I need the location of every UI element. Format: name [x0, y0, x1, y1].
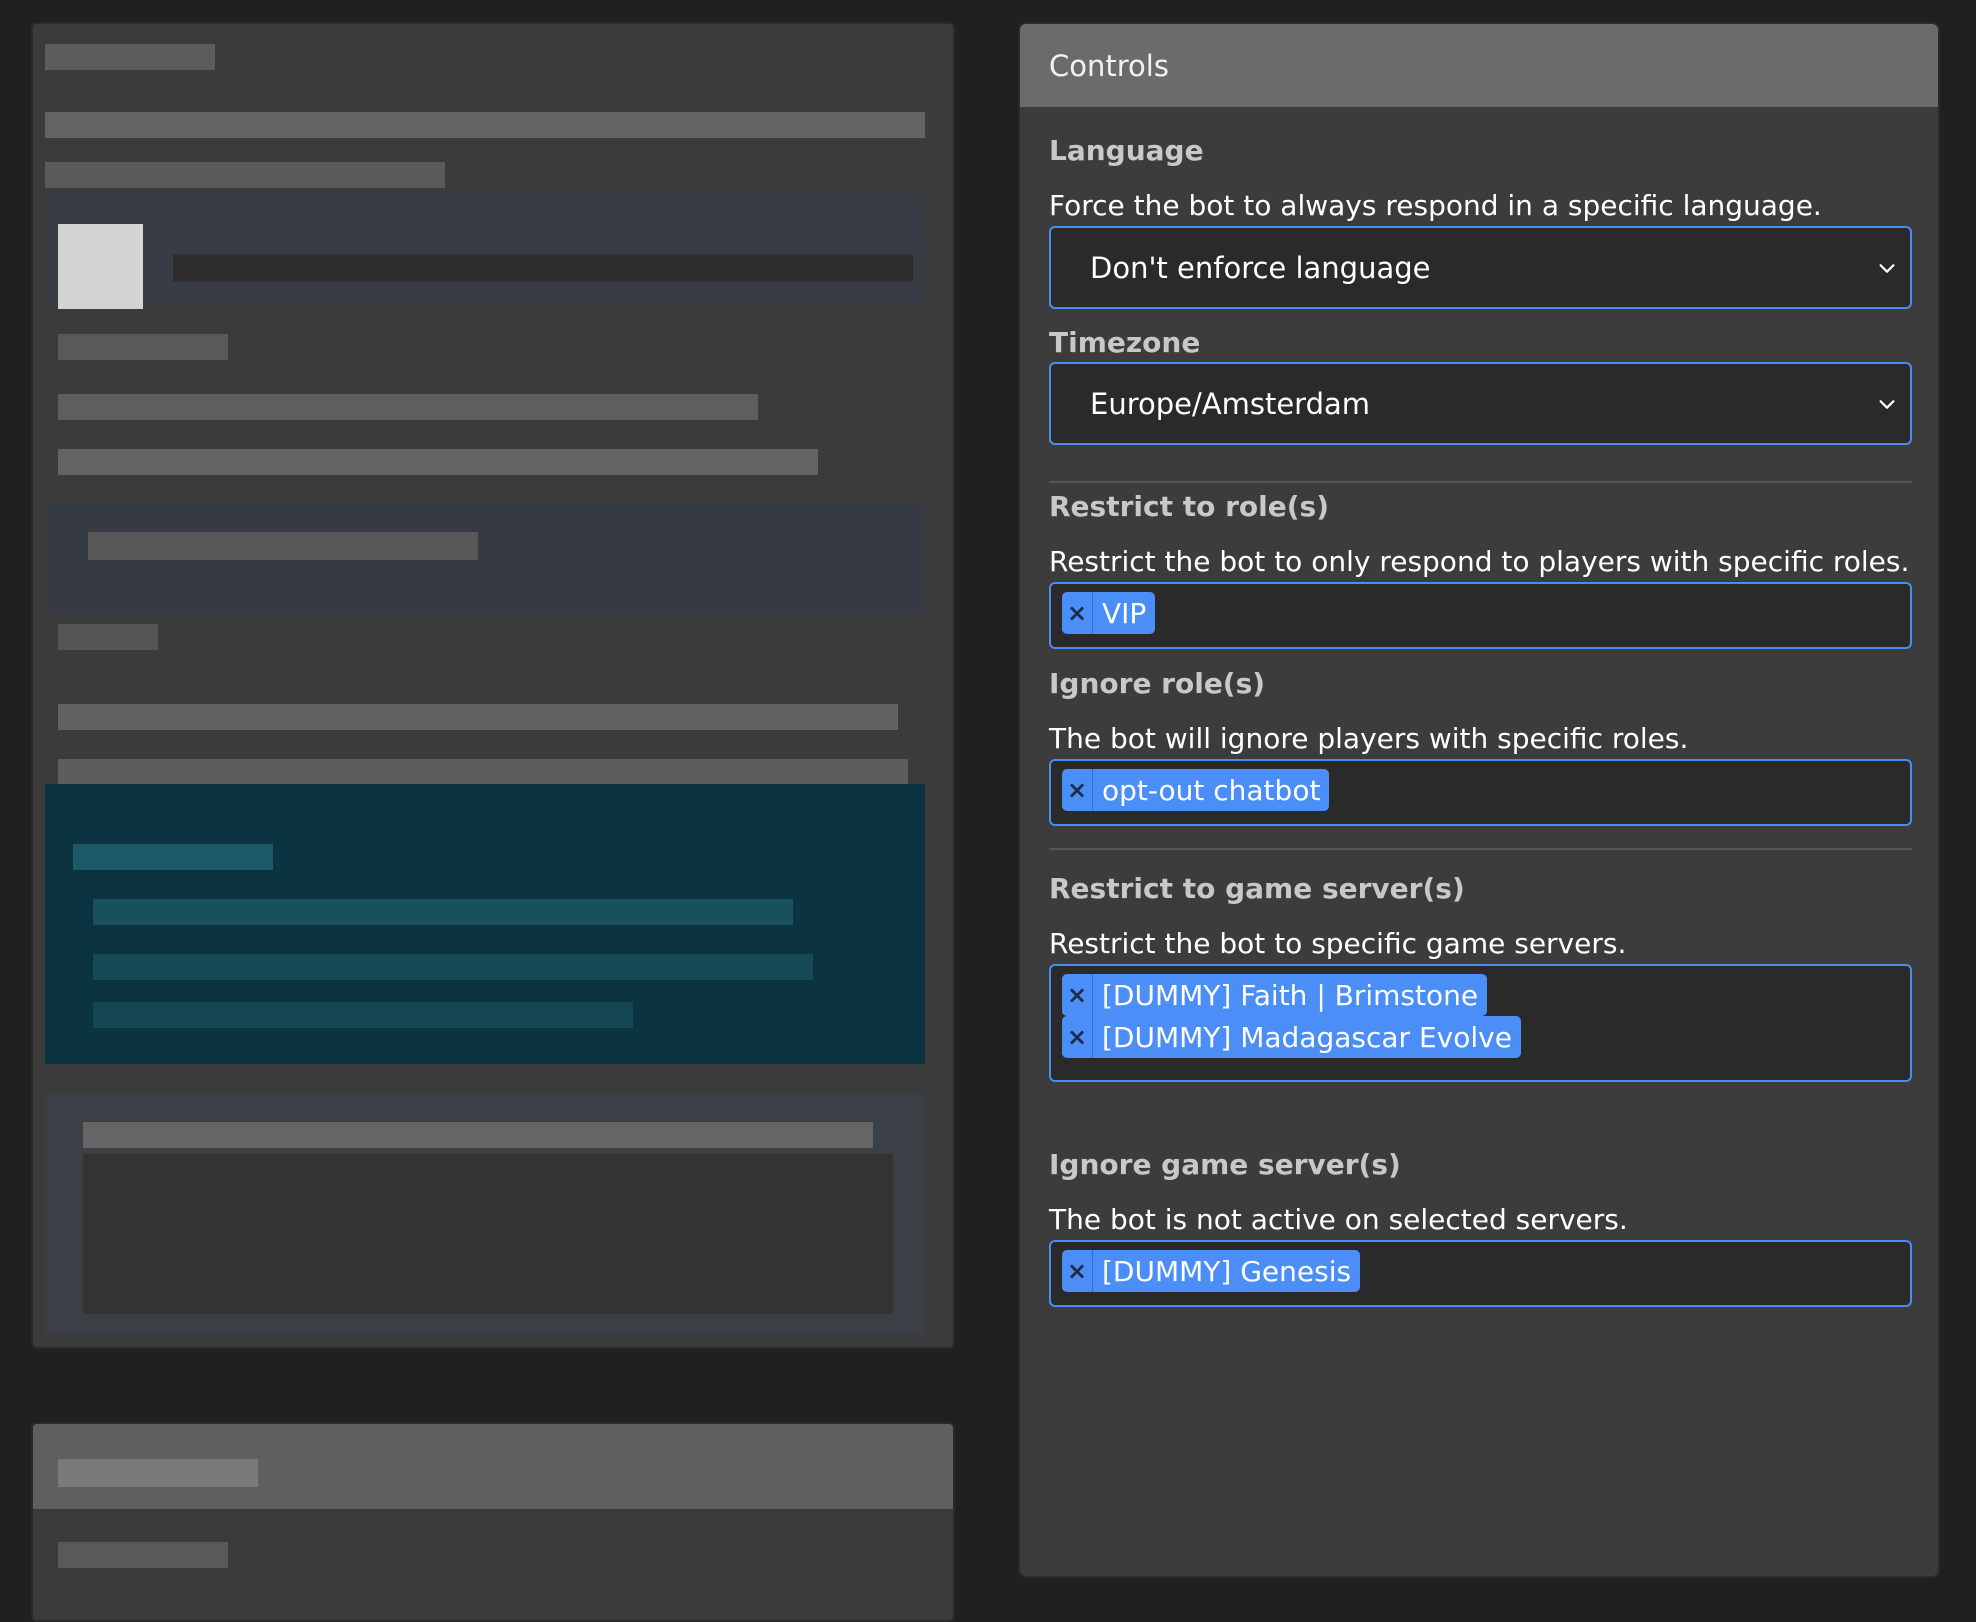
divider — [1049, 848, 1912, 850]
language-label: Language — [1049, 134, 1204, 167]
tag-faith-brimstone: × [DUMMY] Faith | Brimstone — [1062, 974, 1488, 1016]
pixel-row — [173, 254, 913, 282]
close-icon[interactable]: × — [1062, 1250, 1093, 1292]
tag-madagascar-evolve: × [DUMMY] Madagascar Evolve — [1062, 1016, 1521, 1058]
pixel-row — [58, 704, 898, 730]
obscured-card-top — [31, 22, 955, 1349]
pixel-row — [83, 1122, 873, 1148]
pixel-row — [58, 449, 818, 475]
restrict-roles-multiselect[interactable]: × VIP — [1049, 582, 1912, 649]
ignore-roles-description: The bot will ignore players with specifi… — [1049, 722, 1689, 755]
tag-row: × [DUMMY] Madagascar Evolve — [1062, 1016, 1900, 1058]
restrict-roles-label: Restrict to role(s) — [1049, 490, 1329, 523]
language-select[interactable]: Don't enforce language — [1049, 226, 1912, 309]
tag-opt-out-chatbot: × opt-out chatbot — [1062, 769, 1330, 811]
pixel-row — [58, 1459, 258, 1487]
close-icon[interactable]: × — [1062, 974, 1093, 1016]
restrict-servers-multiselect[interactable]: × [DUMMY] Faith | Brimstone × [DUMMY] Ma… — [1049, 964, 1912, 1082]
pixel-block — [83, 1154, 893, 1314]
pixel-row — [45, 44, 215, 70]
tag-label: [DUMMY] Genesis — [1102, 1254, 1352, 1288]
divider — [1049, 481, 1912, 483]
pixel-row — [93, 1002, 633, 1028]
language-select-value: Don't enforce language — [1090, 250, 1431, 285]
pixel-row — [93, 899, 793, 925]
pixel-row — [88, 532, 478, 560]
timezone-label: Timezone — [1049, 326, 1201, 359]
chevron-down-icon — [1879, 263, 1895, 273]
tag-genesis: × [DUMMY] Genesis — [1062, 1250, 1361, 1292]
ignore-roles-label: Ignore role(s) — [1049, 667, 1266, 700]
tag-label: [DUMMY] Faith | Brimstone — [1102, 978, 1479, 1012]
restrict-roles-description: Restrict the bot to only respond to play… — [1049, 545, 1910, 578]
language-description: Force the bot to always respond in a spe… — [1049, 189, 1822, 222]
ignore-servers-label: Ignore game server(s) — [1049, 1148, 1401, 1181]
pixel-row — [93, 954, 813, 980]
timezone-select-value: Europe/Amsterdam — [1090, 386, 1371, 421]
ignore-roles-multiselect[interactable]: × opt-out chatbot — [1049, 759, 1912, 826]
close-icon[interactable]: × — [1062, 592, 1093, 634]
close-icon[interactable]: × — [1062, 769, 1093, 811]
pixel-row — [58, 334, 228, 360]
timezone-select[interactable]: Europe/Amsterdam — [1049, 362, 1912, 445]
pixel-row — [73, 844, 273, 870]
close-icon[interactable]: × — [1062, 1016, 1093, 1058]
panel-title: Controls — [1049, 48, 1169, 83]
pixel-row — [58, 394, 758, 420]
pixel-block-dark — [45, 194, 925, 304]
chevron-down-icon — [1879, 399, 1895, 409]
controls-panel: Controls Language Force the bot to alway… — [1018, 22, 1940, 1578]
pixel-row — [45, 162, 445, 188]
tag-vip: × VIP — [1062, 592, 1156, 634]
ignore-servers-multiselect[interactable]: × [DUMMY] Genesis — [1049, 1240, 1912, 1307]
ignore-servers-description: The bot is not active on selected server… — [1049, 1203, 1628, 1236]
restrict-servers-label: Restrict to game server(s) — [1049, 872, 1465, 905]
panel-header: Controls — [1020, 24, 1938, 107]
pixel-row — [58, 624, 158, 650]
pixel-row — [45, 112, 925, 138]
tag-label: [DUMMY] Madagascar Evolve — [1102, 1020, 1512, 1054]
tag-label: opt-out chatbot — [1102, 773, 1321, 807]
tag-row: × [DUMMY] Faith | Brimstone — [1062, 974, 1900, 1016]
obscured-card-bottom — [31, 1422, 955, 1622]
pixel-avatar — [58, 224, 143, 309]
pixel-row — [58, 759, 908, 785]
tag-label: VIP — [1102, 596, 1147, 630]
pixel-row — [58, 1542, 228, 1568]
restrict-servers-description: Restrict the bot to specific game server… — [1049, 927, 1627, 960]
